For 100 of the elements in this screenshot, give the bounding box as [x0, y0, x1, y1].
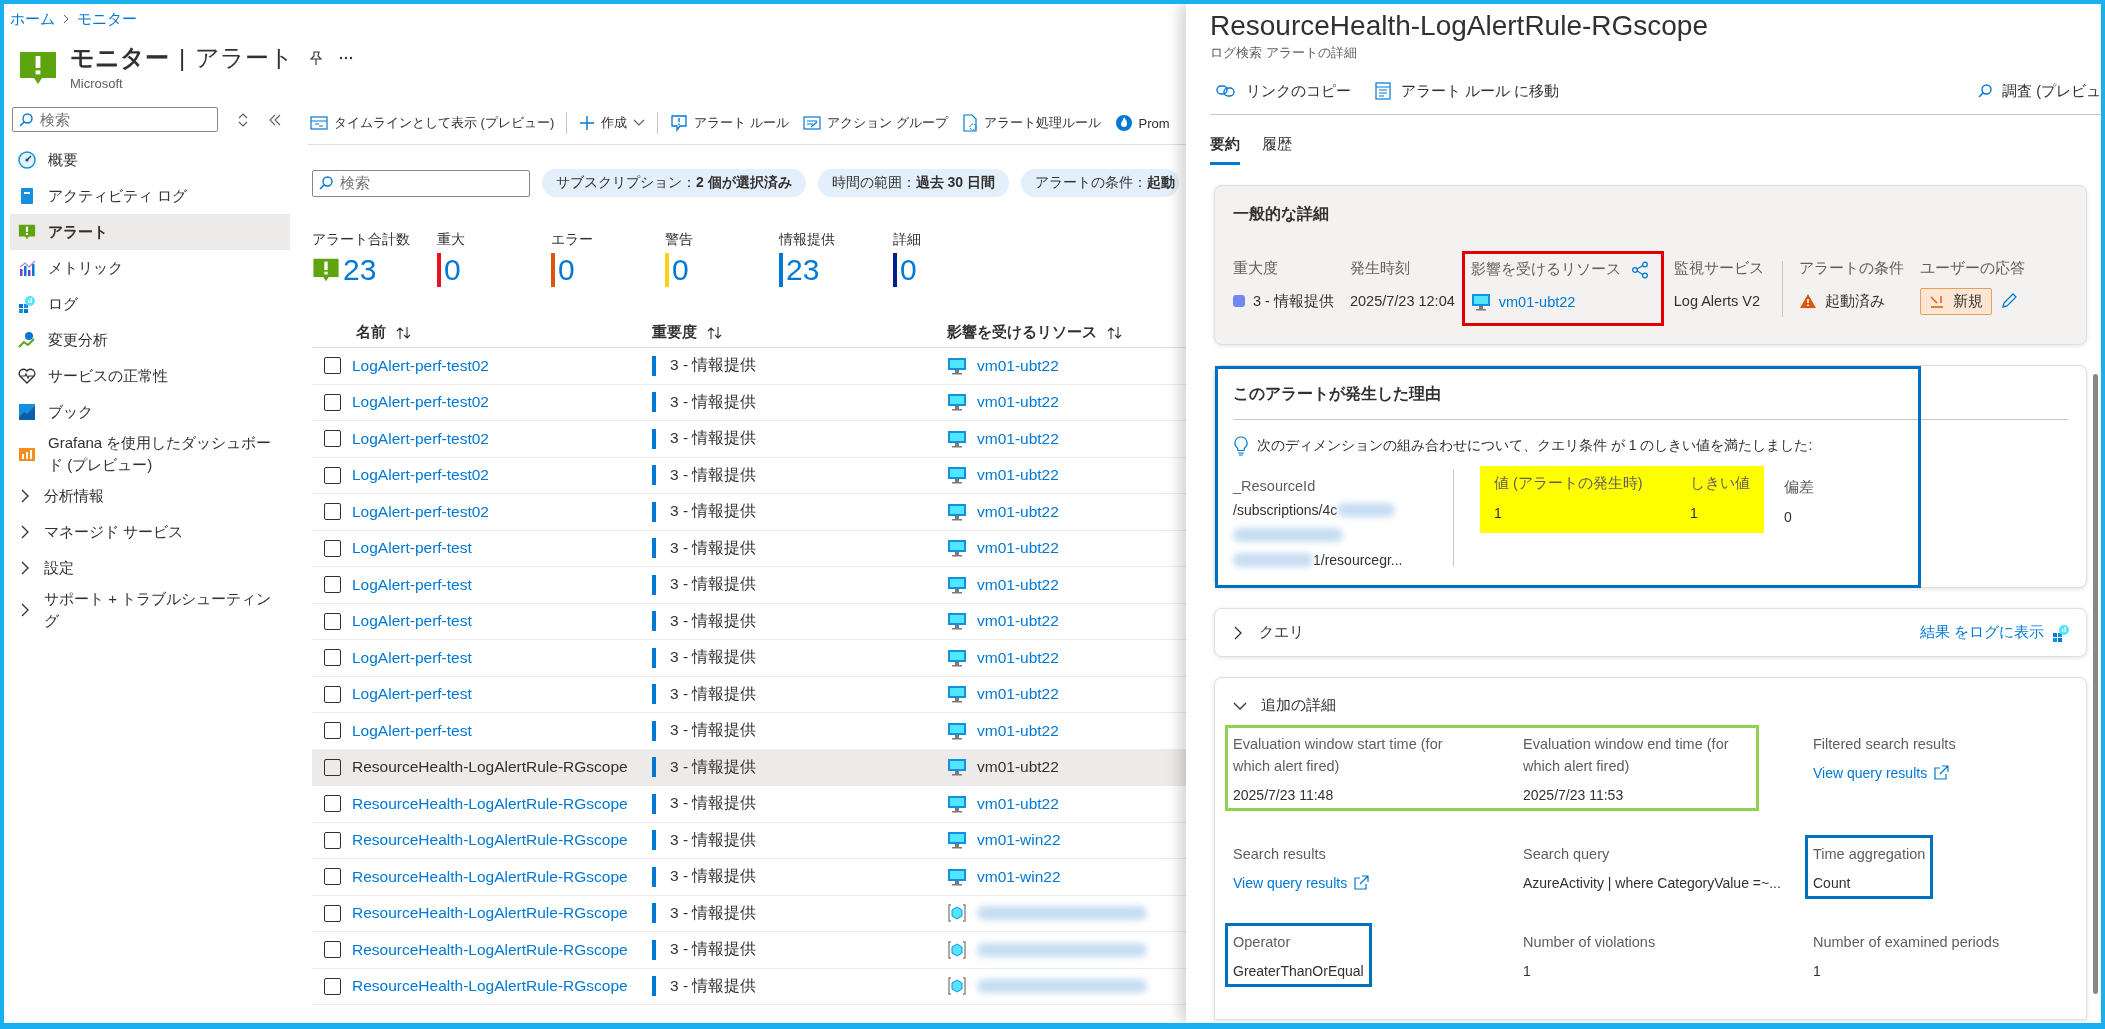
resource-link[interactable]: vm01-ubt22 — [977, 539, 1059, 558]
sidebar-item[interactable]: メトリック — [10, 250, 290, 286]
sidebar-item[interactable]: アラート — [10, 214, 290, 250]
toolbar-button[interactable]: 作成 — [577, 114, 648, 132]
response-button[interactable]: 新規 — [1919, 287, 1992, 315]
alert-name-link[interactable]: ResourceHealth-LogAlertRule-RGscope — [352, 867, 628, 886]
alert-name-link[interactable]: ResourceHealth-LogAlertRule-RGscope — [352, 977, 628, 996]
alert-name-link[interactable]: LogAlert-perf-test — [352, 685, 472, 704]
share-icon[interactable] — [1630, 260, 1649, 279]
resource-link[interactable]: vm01-ubt22 — [977, 648, 1059, 667]
tab[interactable]: 履歴 — [1262, 129, 1292, 165]
edit-icon[interactable] — [1999, 292, 2018, 310]
checkbox[interactable] — [323, 430, 341, 448]
sidebar-item[interactable]: 設定 — [10, 550, 290, 586]
search-field[interactable]: 検索 — [12, 107, 218, 132]
alert-name-link[interactable]: ResourceHealth-LogAlertRule-RGscope — [352, 794, 628, 813]
toolbar-button[interactable]: リンクのコピー — [1210, 81, 1351, 101]
view-query-results-link[interactable]: View query results — [1233, 875, 1523, 891]
view-in-logs-link[interactable]: 結果 をログに表示 — [1919, 623, 2044, 642]
sidebar-item[interactable]: サポート + トラブルシューティング — [10, 586, 290, 634]
resource-link[interactable]: vm01-ubt22 — [977, 794, 1059, 813]
pin-icon[interactable] — [308, 50, 325, 66]
sidebar-item[interactable]: サービスの正常性 — [10, 358, 290, 394]
filter-pill[interactable]: 時間の範囲：過去 30 日間 — [817, 169, 1010, 197]
alert-name-link[interactable]: LogAlert-perf-test — [352, 612, 472, 631]
sidebar-item[interactable]: ブック — [10, 394, 290, 430]
breadcrumb-link[interactable]: ホーム — [10, 9, 55, 29]
checkbox[interactable] — [323, 503, 341, 521]
selected-row[interactable]: ResourceHealth-LogAlertRule-RGscope 3 - 情報提供 vm01-ubt22 — [312, 749, 1186, 786]
alert-name-link[interactable]: LogAlert-perf-test — [352, 575, 472, 594]
search-field[interactable]: 検索 — [312, 169, 530, 197]
resource-link[interactable]: vm01-ubt22 — [977, 466, 1059, 485]
checkbox[interactable] — [323, 357, 341, 375]
alert-name-link[interactable]: LogAlert-perf-test02 — [352, 502, 489, 521]
resource-link[interactable]: vm01-ubt22 — [977, 356, 1059, 375]
alert-name-link[interactable]: LogAlert-perf-test02 — [352, 429, 489, 448]
alert-name-link[interactable]: ResourceHealth-LogAlertRule-RGscope — [352, 940, 628, 959]
resource-name[interactable]: vm01-ubt22 — [977, 758, 1059, 777]
sidebar-item[interactable]: Grafana を使用したダッシュボード (プレビュー) — [10, 430, 290, 478]
alert-name-link[interactable]: LogAlert-perf-test — [352, 648, 472, 667]
sidebar-item[interactable]: ログ — [10, 286, 290, 322]
toolbar-button[interactable]: アラート処理ルール — [959, 114, 1103, 132]
toolbar-button[interactable]: 調査 (プレビュ — [1972, 81, 2101, 101]
resource-link[interactable]: vm01-ubt22 — [977, 502, 1059, 521]
sidebar-item[interactable]: 概要 — [10, 142, 290, 178]
alert-name-link[interactable]: LogAlert-perf-test02 — [352, 393, 489, 412]
collapse-icon[interactable] — [268, 112, 282, 127]
up-down-icon[interactable] — [236, 112, 250, 127]
toolbar-button[interactable]: Prom — [1112, 114, 1172, 132]
alert-name-link[interactable]: LogAlert-perf-test02 — [352, 466, 489, 485]
alert-name-link[interactable]: LogAlert-perf-test — [352, 539, 472, 558]
breadcrumb-link[interactable]: モニター — [77, 9, 137, 29]
filter-pill[interactable]: サブスクリプション：2 個が選択済み — [542, 169, 806, 197]
checkbox[interactable] — [323, 795, 341, 813]
resource-link[interactable]: vm01-ubt22 — [977, 575, 1059, 594]
toolbar-button[interactable]: アラート ルール — [668, 114, 791, 132]
alert-name[interactable]: ResourceHealth-LogAlertRule-RGscope — [352, 758, 628, 777]
checkbox[interactable] — [323, 649, 341, 667]
checkbox[interactable] — [323, 539, 341, 557]
resource-link[interactable]: vm01-ubt22 — [977, 393, 1059, 412]
resource-link[interactable]: vm01-ubt22 — [1498, 294, 1576, 310]
resource-link[interactable]: vm01-ubt22 — [977, 429, 1059, 448]
checkbox[interactable] — [323, 904, 341, 922]
resource-link[interactable]: vm01-ubt22 — [977, 721, 1059, 740]
view-query-results-link[interactable]: View query results — [1813, 765, 2101, 781]
sidebar-item[interactable]: 変更分析 — [10, 322, 290, 358]
tab[interactable]: 要約 — [1210, 129, 1240, 165]
checkbox[interactable] — [323, 576, 341, 594]
toolbar-button[interactable]: アラート ルール に移動 — [1369, 81, 1560, 101]
checkbox[interactable] — [323, 831, 341, 849]
toolbar-button[interactable]: タイムラインとして表示 (プレビュー) — [308, 114, 557, 132]
checkbox[interactable] — [323, 758, 341, 776]
alert-count: 0 — [558, 252, 575, 288]
resource-link[interactable]: vm01-win22 — [977, 831, 1061, 850]
filter-pill[interactable]: アラートの条件：起動 — [1021, 169, 1180, 197]
toolbar-button[interactable]: アクション グループ — [800, 114, 950, 132]
checkbox[interactable] — [323, 612, 341, 630]
alert-name-link[interactable]: ResourceHealth-LogAlertRule-RGscope — [352, 904, 628, 923]
checkbox[interactable] — [323, 466, 341, 484]
checkbox[interactable] — [323, 977, 341, 995]
checkbox[interactable] — [323, 685, 341, 703]
checkbox[interactable] — [323, 393, 341, 411]
checkbox[interactable] — [323, 868, 341, 886]
sidebar-item[interactable]: マネージド サービス — [10, 514, 290, 550]
resource-link[interactable]: vm01-ubt22 — [977, 612, 1059, 631]
resource-link[interactable]: vm01-win22 — [977, 867, 1061, 886]
column-header[interactable]: 重要度 — [652, 323, 697, 342]
checkbox[interactable] — [323, 941, 341, 959]
expander-header[interactable]: 追加の詳細 — [1233, 696, 1336, 715]
alert-name-link[interactable]: ResourceHealth-LogAlertRule-RGscope — [352, 831, 628, 850]
column-header[interactable]: 名前 — [356, 323, 386, 342]
sidebar-item[interactable]: アクティビティ ログ — [10, 178, 290, 214]
alert-name-link[interactable]: LogAlert-perf-test — [352, 721, 472, 740]
sidebar-item[interactable]: 分析情報 — [10, 478, 290, 514]
resource-link[interactable]: vm01-ubt22 — [977, 685, 1059, 704]
scrollbar[interactable] — [2093, 374, 2098, 994]
expander-header[interactable]: クエリ — [1231, 623, 1920, 642]
checkbox[interactable] — [323, 722, 341, 740]
alert-name-link[interactable]: LogAlert-perf-test02 — [352, 356, 489, 375]
column-header[interactable]: 影響を受けるリソース — [947, 323, 1097, 342]
